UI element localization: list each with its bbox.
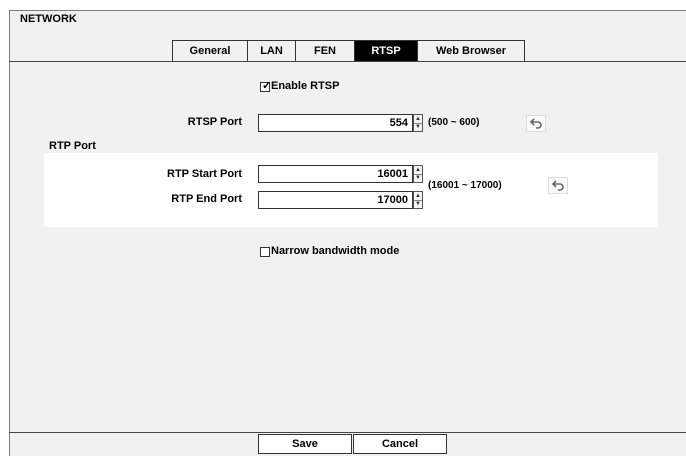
footer-divider [9,432,686,433]
rtp-end-port-input[interactable]: 17000 [258,191,413,209]
rtp-port-section-label: RTP Port [49,140,96,152]
tab-divider [9,61,686,62]
tab-general[interactable]: General [172,40,248,61]
rtsp-port-stepper[interactable]: ▲ ▼ [413,114,423,132]
narrow-bandwidth-label: Narrow bandwidth mode [271,245,400,257]
enable-rtsp-checkbox[interactable]: ✓ [260,80,272,92]
narrow-bandwidth-checkbox[interactable] [260,247,270,257]
arrow-down-icon[interactable]: ▼ [414,174,422,182]
rtsp-port-reset-button[interactable] [526,115,546,132]
rtp-start-port-input[interactable]: 16001 [258,165,413,183]
cancel-button[interactable]: Cancel [353,434,447,454]
arrow-down-icon[interactable]: ▼ [414,123,422,131]
save-button[interactable]: Save [258,434,352,454]
network-panel [9,10,686,456]
tab-rtsp[interactable]: RTSP [354,40,418,61]
rtp-end-port-label: RTP End Port [171,193,242,205]
window-title: NETWORK [20,13,77,25]
rtsp-port-range: (500 ~ 600) [428,117,480,128]
rtsp-port-label: RTSP Port [187,116,242,128]
rtp-end-port-stepper[interactable]: ▲ ▼ [413,191,423,209]
undo-icon [552,180,564,191]
tab-fen[interactable]: FEN [295,40,355,61]
rtp-port-range: (16001 ~ 17000) [428,180,502,191]
tab-bar: General LAN FEN RTSP Web Browser [172,40,525,61]
tab-lan[interactable]: LAN [247,40,296,61]
checkmark-icon: ✓ [262,80,272,92]
tab-web-browser[interactable]: Web Browser [417,40,525,61]
arrow-down-icon[interactable]: ▼ [414,200,422,208]
rtsp-port-input[interactable]: 554 [258,114,413,132]
undo-icon [530,118,542,129]
rtp-start-port-label: RTP Start Port [167,168,242,180]
rtp-start-port-stepper[interactable]: ▲ ▼ [413,165,423,183]
enable-rtsp-label: Enable RTSP [271,80,340,92]
rtp-port-reset-button[interactable] [548,177,568,194]
